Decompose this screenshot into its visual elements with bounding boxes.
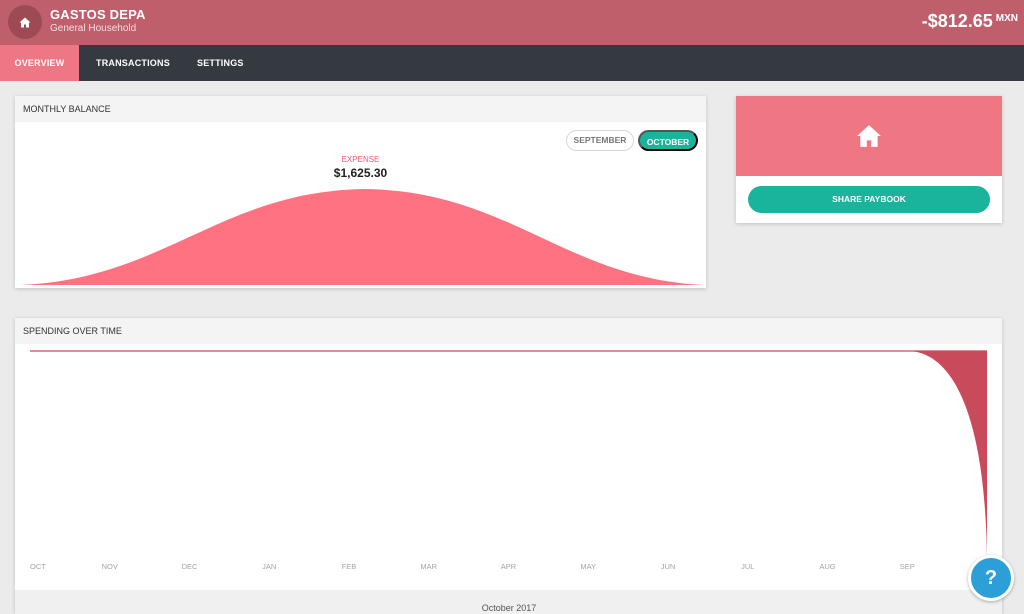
paybook-title: GASTOS DEPA [50, 7, 146, 22]
x-tick-label: DEC [182, 562, 198, 571]
home-button[interactable] [8, 5, 42, 39]
spending-area [907, 351, 987, 558]
expense-label: EXPENSE [341, 155, 380, 164]
october-toggle[interactable]: OCTOBER [638, 130, 698, 151]
balance-currency: MXN [995, 13, 1018, 24]
tab-overview[interactable]: OVERVIEW [0, 45, 79, 81]
x-tick-label: JUL [741, 562, 754, 571]
x-tick-label: AUG [819, 562, 835, 571]
spending-chart: OCT NOV DEC JAN FEB MAR APR MAY JUN JUL AUG SEP [30, 350, 987, 571]
top-bar: GASTOS DEPA General Household -$812.65 M… [0, 0, 1024, 45]
spending-over-time-card: SPENDING OVER TIME OCT NOV DEC JAN FEB MAR APR… [15, 318, 1002, 614]
paybook-subtitle: General Household [50, 23, 137, 34]
share-paybook-button[interactable]: SHARE PAYBOOK [748, 186, 990, 213]
monthly-balance-heading: MONTHLY BALANCE [15, 96, 706, 122]
x-tick-label: MAY [580, 562, 596, 571]
balance-amount: -$812.65 [921, 11, 993, 31]
tab-transactions[interactable]: TRANSACTIONS [96, 45, 170, 81]
x-tick-label: NOV [102, 562, 118, 571]
home-icon [19, 17, 31, 27]
x-tick-label: OCT [30, 562, 46, 571]
x-tick-label: SEP [900, 562, 915, 571]
paybook-hero [736, 96, 1002, 176]
question-icon: ? [984, 566, 998, 589]
tab-bar: OVERVIEW TRANSACTIONS SETTINGS [0, 45, 1024, 81]
tab-settings[interactable]: SETTINGS [197, 45, 244, 81]
x-tick-label: JAN [262, 562, 276, 571]
month-caption: October 2017 [481, 603, 537, 613]
home-icon [857, 125, 881, 147]
x-tick-label: JUN [661, 562, 676, 571]
september-toggle[interactable]: SEPTEMBER [566, 130, 634, 151]
paybook-card: SHARE PAYBOOK [736, 96, 1002, 223]
x-tick-label: MAR [420, 562, 437, 571]
x-tick-label: APR [501, 562, 517, 571]
expense-value: $1,625.30 [333, 166, 388, 180]
x-tick-label: FEB [342, 562, 357, 571]
help-button[interactable]: ? [968, 555, 1014, 601]
balance-display: -$812.65 MXN [922, 11, 1018, 32]
monthly-balance-card: MONTHLY BALANCE SEPTEMBER OCTOBER EXPENS… [15, 96, 706, 288]
